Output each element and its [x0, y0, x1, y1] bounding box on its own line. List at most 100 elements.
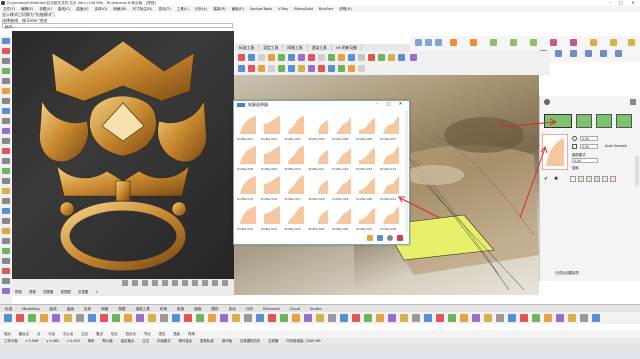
profile-item[interactable]: Profile 007	[380, 113, 403, 141]
tab-set-tools[interactable]: 设定工具	[259, 44, 284, 51]
osnap-option[interactable]: 交点	[77, 330, 92, 338]
color-swatch[interactable]	[578, 176, 584, 182]
toolbar-button-icon[interactable]	[376, 314, 384, 322]
bottom-tab[interactable]: 视图	[113, 305, 130, 312]
profile-item[interactable]: Profile 008	[237, 143, 260, 171]
value-field-a[interactable]: 0.00	[580, 136, 598, 141]
toolbar-button-icon[interactable]	[208, 314, 216, 322]
status-item-1[interactable]: 锁定格点	[117, 338, 139, 345]
viewport-tab-5[interactable]: 右视图	[75, 290, 91, 294]
bottom-tab[interactable]: 曲面	[62, 305, 79, 312]
viewport-tab-2[interactable]: 透视	[26, 290, 39, 294]
toolbar-button-icon[interactable]	[52, 314, 60, 322]
toolbar-button-icon[interactable]	[472, 314, 480, 322]
color-swatch[interactable]	[570, 176, 576, 182]
osnap-option[interactable]: 四分点	[122, 330, 140, 338]
profile-item[interactable]: Profile 001	[237, 113, 260, 141]
bottom-tab[interactable]: Elements	[258, 305, 285, 312]
bottom-tab[interactable]: 变动	[224, 305, 241, 312]
status-item-6[interactable]: 操作轴	[218, 338, 236, 345]
profile-item[interactable]: Profile 024	[284, 203, 308, 231]
osnap-option[interactable]: 切点	[107, 330, 122, 338]
viewport-tab-4[interactable]: 前视图	[58, 290, 74, 294]
dialog-maximize-button[interactable]: □	[383, 101, 394, 109]
osnap-option[interactable]: 端点	[0, 330, 15, 338]
profile-item[interactable]: Profile 017	[284, 173, 308, 201]
osnap-option[interactable]: 点	[33, 330, 44, 338]
toolbar-button-icon[interactable]	[244, 314, 252, 322]
color-swatch[interactable]	[594, 176, 600, 182]
toolbar-button-icon[interactable]	[508, 314, 516, 322]
profile-item[interactable]: Profile 018	[308, 173, 332, 201]
dialog-minimize-button[interactable]: –	[371, 101, 382, 109]
bottom-tab[interactable]: 曲线	[45, 305, 62, 312]
osnap-option[interactable]: 顶点	[155, 330, 170, 338]
bottom-tab[interactable]: 标准	[0, 305, 17, 312]
osnap-option[interactable]: 节点	[140, 330, 155, 338]
status-item-5[interactable]: 智慧轨迹	[196, 338, 218, 345]
bottom-toolbar-icons[interactable]	[0, 312, 640, 324]
check-icon[interactable]: ✔	[544, 176, 548, 182]
toolbar-button-icon[interactable]	[112, 314, 120, 322]
status-item-7[interactable]: 记录建构历史	[236, 338, 264, 345]
toolbar-button-icon[interactable]	[556, 314, 564, 322]
toolbar-button-icon[interactable]	[328, 314, 336, 322]
profile-item[interactable]: Profile 003	[284, 113, 308, 141]
menu-help[interactable]: 说明(H)	[336, 6, 355, 12]
toolbar-button-icon[interactable]	[460, 314, 468, 322]
bottom-tab[interactable]: 分析	[241, 305, 258, 312]
toolbar-button-icon[interactable]	[64, 314, 72, 322]
panel-gear-icon[interactable]	[544, 99, 550, 105]
toolbar-button-icon[interactable]	[316, 314, 324, 322]
profile-item[interactable]: Profile 016	[260, 173, 284, 201]
tab-standard-tools[interactable]: 标准工具	[235, 44, 260, 51]
color-swatch[interactable]	[586, 176, 592, 182]
menu-vray[interactable]: V-Ray	[275, 6, 291, 12]
profile-item[interactable]: Profile 006	[356, 113, 380, 141]
viewport-tab-3[interactable]: 顶视图	[40, 290, 56, 294]
bottom-tab[interactable]: 图形	[206, 305, 223, 312]
toolbar-button-icon[interactable]	[436, 314, 444, 322]
osnap-option[interactable]: 最近点	[15, 330, 33, 338]
bottom-tab[interactable]: 面板	[189, 305, 206, 312]
toolbar-button-icon[interactable]	[364, 314, 372, 322]
toolbar-button-icon[interactable]	[76, 314, 84, 322]
profile-item[interactable]: Profile 009	[260, 143, 284, 171]
profile-item[interactable]: Profile 002	[260, 113, 284, 141]
panel-status-button[interactable]: 已成功创建轮廓	[555, 270, 579, 275]
toolbar-button-icon[interactable]	[484, 314, 492, 322]
profile-item[interactable]: Profile 004	[308, 113, 332, 141]
status-layer[interactable]: 默认值	[99, 338, 117, 345]
bottom-tab[interactable]: 实体	[79, 305, 96, 312]
profile-preview[interactable]	[542, 134, 568, 170]
toolbar-button-icon[interactable]	[568, 314, 576, 322]
osnap-option[interactable]: 投影	[169, 330, 184, 338]
toolbar-button-icon[interactable]	[256, 314, 264, 322]
standard-toolbar-icons[interactable]	[235, 51, 550, 75]
command-input[interactable]: 指令：	[2, 23, 233, 29]
profile-item[interactable]: Profile 025	[308, 203, 332, 231]
dialog-scrollbar[interactable]	[405, 110, 408, 232]
profile-item[interactable]: Profile 026	[332, 203, 356, 231]
bottom-tab[interactable]: 网格	[96, 305, 113, 312]
viewport-strip-icons[interactable]	[12, 279, 234, 288]
toolbar-button-icon[interactable]	[496, 314, 504, 322]
status-item-3[interactable]: 平面模式	[153, 338, 175, 345]
toolbar-button-icon[interactable]	[280, 314, 288, 322]
cancel-icon[interactable]: ✖	[554, 176, 558, 182]
left-toolbar-icons[interactable]	[0, 36, 12, 304]
toolbar-button-icon[interactable]	[412, 314, 420, 322]
profile-item[interactable]: Profile 020	[356, 173, 380, 201]
toolbar-button-icon[interactable]	[124, 314, 132, 322]
toolbar-button-icon[interactable]	[304, 314, 312, 322]
profile-item[interactable]: Profile 012	[332, 143, 356, 171]
bottom-tab[interactable]: Cloud	[285, 305, 305, 312]
color-swatch[interactable]	[602, 176, 608, 182]
profile-option-4[interactable]	[616, 114, 632, 128]
menu-buhgen[interactable]: BuhGen	[316, 6, 336, 12]
toolbar-button-icon[interactable]	[388, 314, 396, 322]
toolbar-button-icon[interactable]	[4, 314, 12, 322]
toolbar-button-icon[interactable]	[592, 314, 600, 322]
toolbar-button-icon[interactable]	[580, 314, 588, 322]
profile-item[interactable]: Profile 028	[380, 203, 403, 231]
